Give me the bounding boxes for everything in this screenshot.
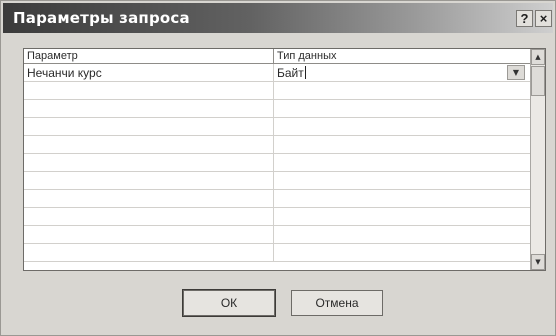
data-type-cell[interactable]	[274, 172, 530, 190]
parameter-cell[interactable]	[24, 208, 274, 226]
parameter-cell[interactable]	[24, 154, 274, 172]
column-header-parameter[interactable]: Параметр	[24, 49, 274, 64]
parameter-cell[interactable]	[24, 190, 274, 208]
parameter-cell[interactable]	[24, 172, 274, 190]
parameter-cell[interactable]	[24, 226, 274, 244]
data-type-cell[interactable]: Байт	[274, 64, 530, 82]
parameter-cell[interactable]	[24, 82, 274, 100]
scroll-thumb[interactable]	[531, 66, 545, 96]
parameter-cell[interactable]	[24, 244, 274, 262]
column-header-data-type[interactable]: Тип данных	[274, 49, 530, 64]
ok-button[interactable]: ОК	[183, 290, 275, 316]
table-row[interactable]	[24, 190, 530, 208]
table-row[interactable]	[24, 172, 530, 190]
data-type-cell[interactable]	[274, 190, 530, 208]
data-type-dropdown-button[interactable]: ▼	[507, 65, 525, 80]
grid-header: Параметр Тип данных	[24, 49, 530, 64]
table-row[interactable]	[24, 100, 530, 118]
data-type-cell[interactable]	[274, 244, 530, 262]
table-row[interactable]: Нечанчи курс Байт ▼	[24, 64, 530, 82]
parameter-cell[interactable]: Нечанчи курс	[24, 64, 274, 82]
help-button[interactable]: ?	[516, 10, 533, 27]
data-type-cell[interactable]	[274, 208, 530, 226]
parameter-cell[interactable]	[24, 118, 274, 136]
cancel-button[interactable]: Отмена	[291, 290, 383, 316]
title-bar[interactable]: Параметры запроса ? ×	[3, 3, 553, 33]
scroll-up-button[interactable]: ▲	[531, 49, 545, 65]
data-type-cell[interactable]	[274, 136, 530, 154]
data-type-cell[interactable]	[274, 118, 530, 136]
table-row[interactable]	[24, 226, 530, 244]
scroll-down-button[interactable]: ▼	[531, 254, 545, 270]
parameter-cell[interactable]	[24, 136, 274, 154]
table-row[interactable]	[24, 244, 530, 262]
dialog-title: Параметры запроса	[13, 9, 190, 27]
text-caret	[304, 66, 306, 79]
parameters-grid: Параметр Тип данных Нечанчи курс Байт ▼ …	[23, 48, 546, 271]
vertical-scrollbar[interactable]: ▲ ▼	[530, 49, 545, 270]
table-row[interactable]	[24, 208, 530, 226]
parameter-cell[interactable]	[24, 100, 274, 118]
table-row[interactable]	[24, 118, 530, 136]
data-type-cell[interactable]	[274, 100, 530, 118]
close-button[interactable]: ×	[535, 10, 552, 27]
data-type-cell[interactable]	[274, 82, 530, 100]
query-parameters-dialog: Параметры запроса ? × Параметр Тип данны…	[0, 0, 556, 336]
data-type-cell[interactable]	[274, 154, 530, 172]
data-type-cell[interactable]	[274, 226, 530, 244]
table-row[interactable]	[24, 82, 530, 100]
data-type-value: Байт	[277, 66, 304, 80]
grid-rows: Нечанчи курс Байт ▼	[24, 64, 530, 270]
table-row[interactable]	[24, 136, 530, 154]
table-row[interactable]	[24, 154, 530, 172]
